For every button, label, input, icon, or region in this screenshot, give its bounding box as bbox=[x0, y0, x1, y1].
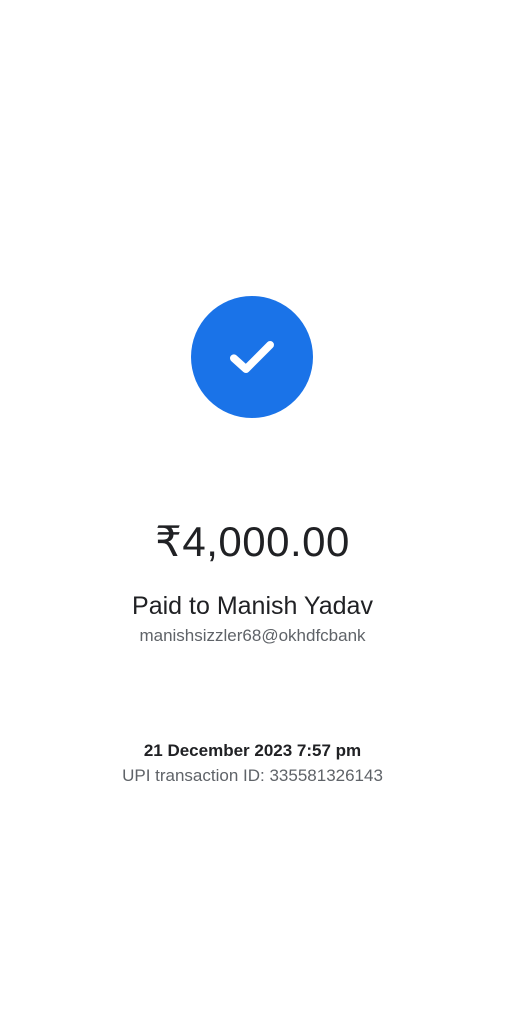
upi-transaction-id: UPI transaction ID: 335581326143 bbox=[122, 766, 383, 785]
payee-name: Paid to Manish Yadav bbox=[132, 592, 373, 620]
payment-success-screen: ₹4,000.00 Paid to Manish Yadav manishsiz… bbox=[0, 0, 505, 1024]
payee-upi-id: manishsizzler68@okhdfcbank bbox=[139, 626, 366, 645]
check-icon bbox=[230, 341, 274, 373]
success-badge bbox=[191, 296, 313, 418]
payment-amount: ₹4,000.00 bbox=[155, 518, 350, 565]
transaction-datetime: 21 December 2023 7:57 pm bbox=[143, 741, 362, 760]
